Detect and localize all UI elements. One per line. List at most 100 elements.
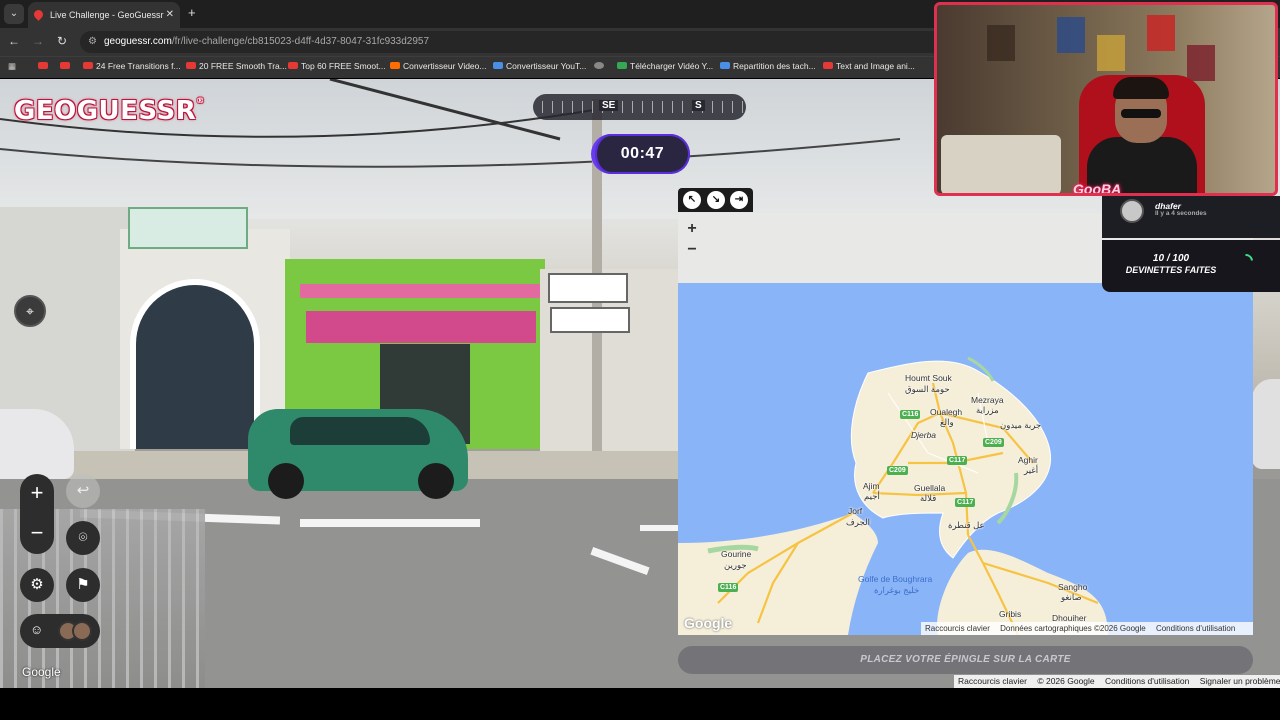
player-avatar bbox=[1120, 199, 1144, 223]
players-icon: ☺ bbox=[30, 622, 44, 637]
terms-link[interactable]: Conditions d'utilisation bbox=[1105, 676, 1189, 686]
map-label: والغ bbox=[940, 417, 954, 427]
map-label: خليج بوغرارة bbox=[874, 585, 920, 595]
zoom-controls: + − bbox=[20, 474, 54, 554]
bookmark-item[interactable]: Text and Image ani... bbox=[823, 61, 915, 71]
road-shield: C209 bbox=[887, 466, 908, 475]
zoom-out-button[interactable]: − bbox=[20, 516, 54, 550]
bookmark-item[interactable]: Convertisseur YouT... bbox=[493, 61, 586, 71]
compass-strip: SE S bbox=[533, 94, 746, 120]
pin-map-icon[interactable]: ⇥ bbox=[730, 191, 748, 209]
zoom-in-button[interactable]: + bbox=[20, 476, 54, 510]
url-path: /fr/live-challenge/cb815023-d4ff-4d37-80… bbox=[171, 36, 430, 47]
bookmark-label: Convertisseur Video... bbox=[403, 61, 487, 71]
map-label: جربة ميدون bbox=[1000, 420, 1042, 430]
site-info-icon[interactable]: ⚙ bbox=[88, 31, 97, 53]
bookmark-label: Convertisseur YouT... bbox=[506, 61, 587, 71]
map-label: الجرف bbox=[846, 517, 870, 527]
map-label: أغير bbox=[1024, 465, 1039, 475]
map-label: Jorf bbox=[848, 506, 863, 516]
car-window bbox=[290, 417, 430, 445]
map-label: قلالة bbox=[920, 493, 937, 503]
car-wheel bbox=[268, 463, 304, 499]
shop-band bbox=[300, 284, 540, 298]
bookmark-item[interactable]: 20 FREE Smooth Tra... bbox=[186, 61, 287, 71]
map-label: Gribis bbox=[999, 609, 1022, 619]
road-shield: C209 bbox=[983, 438, 1004, 447]
apps-grid-icon[interactable]: ▦ bbox=[8, 61, 20, 72]
undo-arrow-icon: ↩ bbox=[76, 482, 90, 499]
place-pin-button[interactable]: PLACEZ VOTRE ÉPINGLE SUR LA CARTE bbox=[678, 646, 1253, 674]
road-shield: C116 bbox=[900, 410, 921, 419]
bookmark-item[interactable]: 24 Free Transitions f... bbox=[83, 61, 181, 71]
location-pin-icon: ⌾ bbox=[78, 529, 88, 546]
street-view-attribution: Raccourcis clavier © 2026 Google Conditi… bbox=[954, 675, 1280, 688]
youtube-icon bbox=[288, 62, 298, 69]
settings-button[interactable]: ⚙ bbox=[20, 568, 54, 602]
guess-progress-card: 10 / 100 DEVINETTES FAITES bbox=[1102, 240, 1280, 292]
bookmark-item[interactable]: Convertisseur Video... bbox=[390, 61, 486, 71]
copyright-text: © 2026 Google bbox=[1037, 676, 1095, 686]
youtube-icon bbox=[38, 62, 48, 69]
bookmark-item[interactable]: Top 60 FREE Smoot... bbox=[288, 61, 386, 71]
compass-heading-s: S bbox=[692, 100, 705, 111]
map-label: Sangho bbox=[1058, 582, 1088, 592]
bookmark-item[interactable]: Télécharger Vidéo Y... bbox=[617, 61, 713, 71]
undo-move-button[interactable]: ↩ bbox=[66, 474, 100, 508]
report-problem-link[interactable]: Signaler un problème bbox=[1200, 676, 1280, 686]
geoguessr-logo[interactable]: GEOGUESSR® bbox=[14, 96, 205, 128]
keyboard-shortcuts-link[interactable]: Raccourcis clavier bbox=[925, 624, 990, 633]
gear-icon: ⚙ bbox=[30, 576, 44, 593]
forward-arrow-icon[interactable]: → bbox=[30, 34, 46, 48]
return-to-start-button[interactable]: ⌾ bbox=[66, 521, 100, 555]
wall-poster bbox=[1187, 45, 1215, 81]
terms-link[interactable]: Conditions d'utilisation bbox=[1156, 624, 1235, 633]
map-label: Oualegh bbox=[930, 407, 963, 417]
browser-tab[interactable]: Live Challenge - GeoGuessr ✕ bbox=[28, 2, 180, 28]
bookmark-label: Top 60 FREE Smoot... bbox=[301, 61, 386, 71]
map-label: صانغو bbox=[1061, 592, 1082, 602]
map-label: Golfe de Boughrara bbox=[858, 574, 933, 584]
bookmark-label: Text and Image ani... bbox=[836, 61, 915, 71]
reload-icon[interactable]: ↻ bbox=[54, 34, 70, 48]
youtube-icon bbox=[83, 62, 93, 69]
map-label: Houmt Souk bbox=[905, 373, 952, 383]
back-arrow-icon[interactable]: ← bbox=[6, 34, 22, 48]
bookmark-label: 24 Free Transitions f... bbox=[96, 61, 181, 71]
report-location-button[interactable]: ⌖ bbox=[14, 295, 46, 327]
players-button[interactable]: ☺ bbox=[20, 614, 100, 648]
guess-label: DEVINETTES FAITES bbox=[1125, 265, 1217, 275]
bookmark-label: Repartition des tach... bbox=[733, 61, 816, 71]
bookmark-item[interactable]: Repartition des tach... bbox=[720, 61, 816, 71]
keyboard-shortcuts-link[interactable]: Raccourcis clavier bbox=[958, 676, 1027, 686]
player-status-card: dhafer Il y a 4 secondes bbox=[1102, 196, 1280, 238]
docs-icon bbox=[720, 62, 730, 69]
url-host: geoguessr.com bbox=[104, 36, 172, 47]
logo-text: GEOGUESSR bbox=[14, 96, 197, 126]
flag-icon: ⚑ bbox=[76, 576, 90, 593]
new-tab-button[interactable]: + bbox=[188, 5, 196, 20]
expand-map-icon[interactable]: ↖ bbox=[683, 191, 701, 209]
round-timer: 00:47 bbox=[591, 134, 690, 174]
webcam-overlay: GooBA bbox=[934, 2, 1278, 196]
player-time: Il y a 4 secondes bbox=[1155, 210, 1207, 217]
map-label: Ajim bbox=[863, 481, 880, 491]
converter-icon bbox=[493, 62, 503, 69]
road-shield: C116 bbox=[718, 583, 739, 592]
road-sign bbox=[550, 307, 630, 333]
globe-icon bbox=[594, 62, 604, 69]
url-bar[interactable]: ⚙ geoguessr.com/fr/live-challenge/cb8150… bbox=[80, 31, 980, 53]
bookmark-label: 20 FREE Smooth Tra... bbox=[199, 61, 287, 71]
checkpoint-button[interactable]: ⚑ bbox=[66, 568, 100, 602]
tab-search-button[interactable]: ⌄ bbox=[4, 4, 24, 24]
road-shield: C117 bbox=[947, 456, 968, 465]
map-label: Djerba bbox=[911, 430, 937, 440]
bookmark-label: Télécharger Vidéo Y... bbox=[630, 61, 714, 71]
close-tab-icon[interactable]: ✕ bbox=[166, 2, 174, 28]
road-shield: C117 bbox=[955, 498, 976, 507]
streamer-badge: GooBA bbox=[1073, 181, 1122, 196]
shrink-map-icon[interactable]: ↘ bbox=[707, 191, 725, 209]
map-label: Aghir bbox=[1018, 455, 1038, 465]
youtube-icon bbox=[186, 62, 196, 69]
map-label: Mezraya bbox=[971, 395, 1004, 405]
